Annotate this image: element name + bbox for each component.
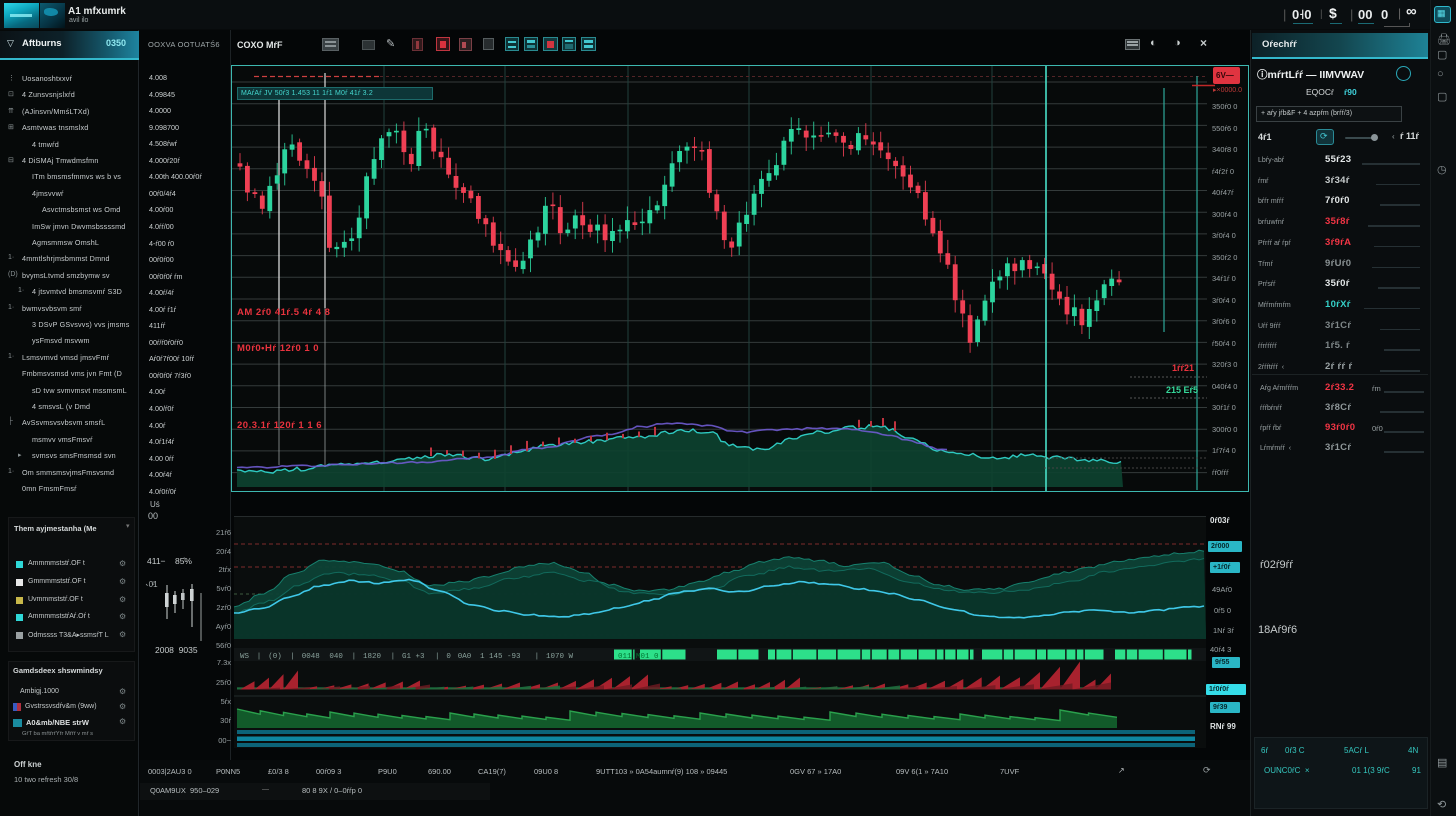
svg-text:WS: WS (240, 653, 250, 661)
svg-text:0A0: 0A0 (458, 653, 472, 661)
svg-text:|: | (391, 653, 396, 661)
svg-text:1070 W: 1070 W (546, 653, 574, 661)
svg-text:|: | (352, 653, 357, 661)
svg-text:1820: 1820 (363, 653, 382, 661)
svg-text:|: | (535, 653, 540, 661)
svg-text:0: 0 (446, 653, 451, 661)
svg-text:040: 040 (329, 653, 343, 661)
svg-text:0048: 0048 (302, 653, 320, 661)
svg-text:|: | (435, 653, 440, 661)
svg-text:G1 +3: G1 +3 (402, 653, 425, 661)
svg-text:|: | (257, 653, 262, 661)
svg-text:011 M01 0: 011 M01 0 (618, 653, 659, 661)
svg-text:|: | (290, 653, 295, 661)
svg-text:(0): (0) (268, 653, 282, 661)
svg-text:1 145 -93: 1 145 -93 (480, 653, 521, 661)
